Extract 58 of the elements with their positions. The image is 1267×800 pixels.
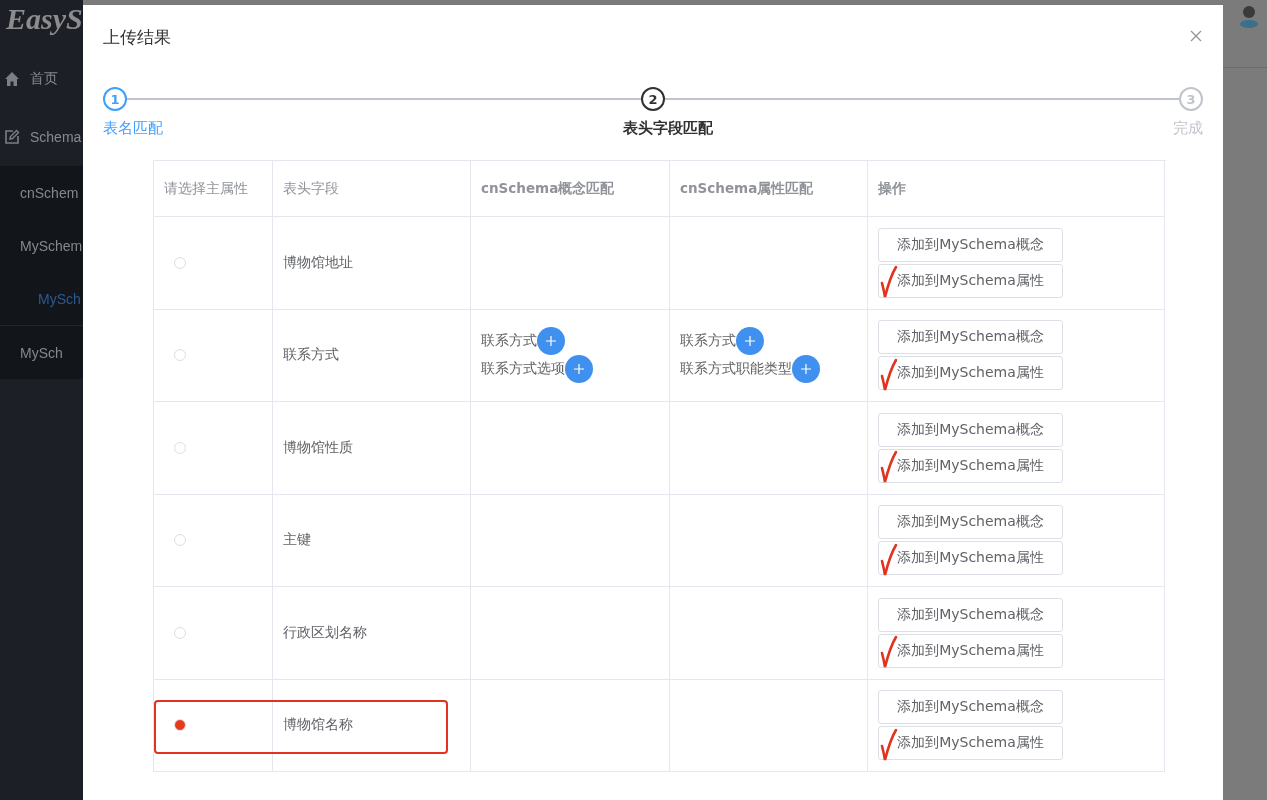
table-cell: 主键 bbox=[273, 494, 471, 587]
step-label: 表头字段匹配 bbox=[623, 119, 713, 138]
match-text: 联系方式 bbox=[481, 332, 537, 351]
radio-button[interactable] bbox=[174, 626, 186, 639]
close-icon[interactable] bbox=[1190, 30, 1202, 42]
submenu-item[interactable]: cnSchem bbox=[0, 166, 83, 219]
dialog-title: 上传结果 bbox=[103, 25, 171, 49]
add-button[interactable]: 添加到MySchema属性 bbox=[878, 726, 1063, 761]
step-number: 2 bbox=[641, 87, 665, 111]
add-button[interactable] bbox=[736, 327, 764, 356]
plus-icon bbox=[744, 335, 756, 348]
edit-icon bbox=[4, 129, 20, 145]
column-header: cnSchema属性匹配 bbox=[670, 161, 868, 217]
step-label: 完成 bbox=[1173, 119, 1203, 138]
home-icon bbox=[4, 71, 20, 87]
menu-item[interactable]: 首页 bbox=[0, 50, 83, 108]
add-button[interactable]: 添加到MySchema属性 bbox=[878, 448, 1063, 483]
plus-icon bbox=[800, 363, 812, 376]
add-button[interactable]: 添加到MySchema属性 bbox=[878, 541, 1063, 576]
match-text: 联系方式选项 bbox=[481, 360, 565, 379]
add-button[interactable]: 添加到MySchema概念 bbox=[878, 597, 1063, 632]
column-header: 操作 bbox=[868, 161, 1165, 217]
step-number: 3 bbox=[1179, 87, 1203, 111]
radio-button[interactable] bbox=[174, 441, 186, 454]
add-button[interactable]: 添加到MySchema概念 bbox=[878, 505, 1063, 540]
logo-text: EasyS bbox=[5, 1, 83, 37]
match-text: 联系方式职能类型 bbox=[680, 360, 792, 379]
add-button[interactable]: 添加到MySchema属性 bbox=[878, 263, 1063, 298]
add-button[interactable] bbox=[792, 355, 820, 384]
table-cell: 博物馆性质 bbox=[273, 402, 471, 495]
add-button[interactable] bbox=[537, 327, 565, 356]
add-button[interactable]: 添加到MySchema属性 bbox=[878, 356, 1063, 391]
add-button[interactable] bbox=[565, 355, 593, 384]
plus-icon bbox=[545, 335, 557, 348]
column-header: 请选择主属性 bbox=[154, 161, 273, 217]
add-button[interactable]: 添加到MySchema概念 bbox=[878, 227, 1063, 262]
match-text: 联系方式 bbox=[680, 332, 736, 351]
radio-button[interactable] bbox=[174, 349, 186, 362]
column-header: cnSchema概念匹配 bbox=[471, 161, 670, 217]
table-cell: 博物馆地址 bbox=[273, 217, 471, 310]
add-button[interactable]: 添加到MySchema概念 bbox=[878, 320, 1063, 355]
step-number: 1 bbox=[103, 87, 127, 111]
menu-item[interactable]: Schema bbox=[0, 108, 83, 166]
plus-icon bbox=[573, 363, 585, 376]
avatar-icon[interactable] bbox=[1237, 4, 1261, 28]
add-button[interactable]: 添加到MySchema属性 bbox=[878, 633, 1063, 668]
table-cell: 博物馆名称 bbox=[273, 679, 471, 772]
radio-button[interactable] bbox=[174, 719, 186, 732]
step-label: 表名匹配 bbox=[103, 119, 163, 138]
table-cell: 行政区划名称 bbox=[273, 587, 471, 680]
add-button[interactable]: 添加到MySchema概念 bbox=[878, 690, 1063, 725]
radio-button[interactable] bbox=[174, 534, 186, 547]
column-header: 表头字段 bbox=[273, 161, 471, 217]
submenu-item[interactable]: MySch bbox=[0, 326, 83, 379]
submenu-item[interactable]: MySchem bbox=[0, 219, 83, 272]
radio-button[interactable] bbox=[174, 256, 186, 269]
table-cell: 联系方式 bbox=[273, 309, 471, 402]
add-button[interactable]: 添加到MySchema概念 bbox=[878, 412, 1063, 447]
